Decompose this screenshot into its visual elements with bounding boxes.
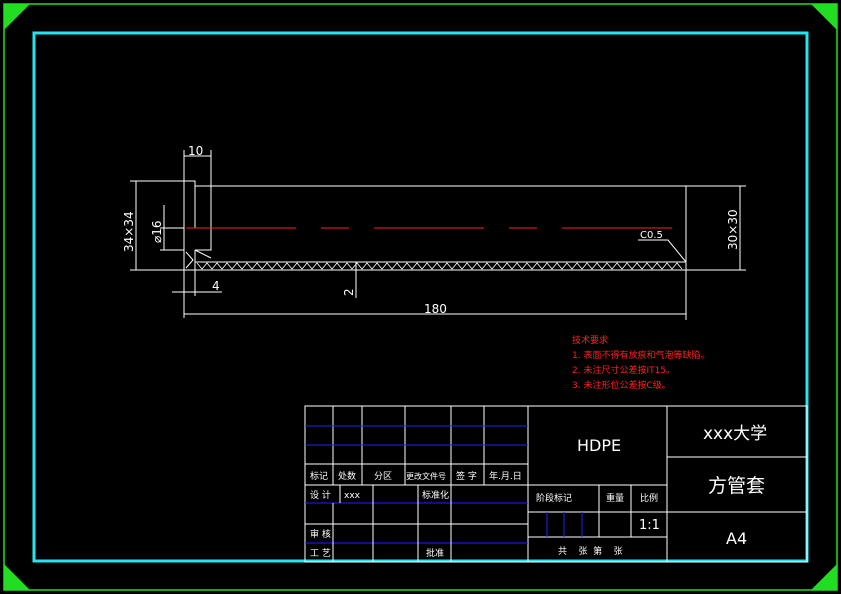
dim-16-text: ⌀16 bbox=[150, 221, 164, 244]
school-name: xxx大学 bbox=[703, 424, 767, 444]
sheet-size: A4 bbox=[726, 529, 747, 548]
label-ratio: 比例 bbox=[640, 492, 658, 504]
cad-drawing: 10 34×34 ⌀16 4 2 180 30×30 C0.5 技术要求 1. … bbox=[3, 3, 838, 591]
scale-value: 1:1 bbox=[639, 518, 660, 533]
dim-180-text: 180 bbox=[424, 302, 447, 316]
dim-34-text: 34×34 bbox=[122, 211, 136, 252]
corner-mark-bl bbox=[4, 564, 30, 590]
step-hatch bbox=[185, 251, 194, 269]
part-name: 方管套 bbox=[708, 475, 765, 497]
material-text: HDPE bbox=[577, 436, 621, 455]
label-count: 处数 bbox=[338, 470, 356, 482]
label-zone: 分区 bbox=[374, 471, 392, 482]
label-signature: 签 字 bbox=[456, 470, 477, 482]
corner-mark-tr bbox=[811, 4, 837, 30]
dim-10-text: 10 bbox=[188, 144, 203, 158]
chamfer-leader bbox=[638, 239, 687, 263]
dimensions: 10 34×34 ⌀16 4 2 180 30×30 C0.5 bbox=[122, 144, 746, 320]
outer-frame bbox=[3, 3, 838, 591]
wall-hatch bbox=[196, 262, 683, 270]
step-hatch-diag bbox=[194, 249, 212, 259]
label-weight: 重量 bbox=[606, 492, 624, 504]
dim-2-text: 2 bbox=[342, 288, 356, 296]
label-standardize: 标准化 bbox=[422, 489, 449, 501]
label-sheets: 共 张 第 张 bbox=[558, 545, 623, 557]
drawing-border bbox=[32, 31, 809, 563]
label-process: 工 艺 bbox=[310, 548, 331, 559]
label-approve: 批准 bbox=[426, 547, 444, 559]
corner-mark-tl bbox=[4, 4, 30, 30]
part-view bbox=[183, 180, 688, 271]
label-stage-mark: 阶段标记 bbox=[536, 492, 572, 504]
note-1: 1. 表面不得有放痕和气泡等缺陷。 bbox=[572, 349, 709, 361]
label-mark: 标记 bbox=[310, 470, 328, 482]
label-review: 审 核 bbox=[310, 528, 331, 540]
label-change-doc: 更改文件号 bbox=[406, 471, 446, 481]
notes-title: 技术要求 bbox=[572, 334, 608, 346]
label-date: 年.月.日 bbox=[489, 470, 522, 482]
corner-mark-br bbox=[811, 564, 837, 590]
designer-name: xxx bbox=[344, 491, 361, 501]
note-3: 3. 未注形位公差按C级。 bbox=[572, 379, 671, 391]
title-block: 标记 处数 分区 更改文件号 签 字 年.月.日 设 计 xxx 标准化 审 核… bbox=[304, 405, 808, 563]
note-2: 2. 未注尺寸公差按IT15。 bbox=[572, 364, 675, 376]
dim-30-text: 30×30 bbox=[726, 209, 740, 250]
label-design: 设 计 bbox=[310, 489, 331, 501]
dim-4-text: 4 bbox=[212, 279, 220, 293]
chamfer-text: C0.5 bbox=[640, 230, 663, 241]
part-bore bbox=[195, 227, 212, 251]
technical-notes: 技术要求 1. 表面不得有放痕和气泡等缺陷。 2. 未注尺寸公差按IT15。 3… bbox=[572, 334, 709, 391]
